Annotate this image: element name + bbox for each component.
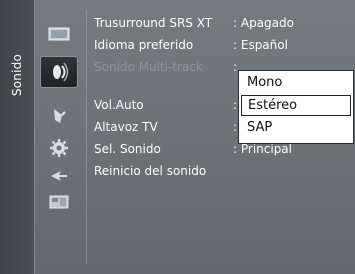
option-mono[interactable]: Mono xyxy=(241,73,351,94)
menu-item-label: Sel. Sonido xyxy=(94,142,161,156)
multitrack-dropdown[interactable]: Mono Estéreo SAP xyxy=(238,70,354,144)
menu-item-value: : xyxy=(233,98,238,112)
application-icon[interactable] xyxy=(44,190,74,214)
menu-item-label: Altavoz TV xyxy=(94,120,158,134)
osd-sound-menu: Sonido Trusurround SRS XT: Apagado Idio… xyxy=(0,0,355,274)
menu-item-label: Sonido Multi-track xyxy=(94,60,203,74)
sound-icon[interactable] xyxy=(40,56,78,88)
picture-icon[interactable] xyxy=(44,22,74,46)
category-label: Sonido xyxy=(10,54,24,97)
input-icon[interactable] xyxy=(44,164,74,188)
menu-item-label: Idioma preferido xyxy=(94,38,194,52)
menu-item-value: : Principal xyxy=(233,142,292,156)
menu-divider xyxy=(86,10,87,264)
menu-category-tab: Sonido xyxy=(0,0,35,274)
menu-item-label: Reinicio del sonido xyxy=(94,164,207,178)
option-sap[interactable]: SAP xyxy=(241,118,351,139)
menu-item-label: Vol.Auto xyxy=(94,98,144,112)
menu-item-value: : xyxy=(233,60,238,74)
option-estereo[interactable]: Estéreo xyxy=(241,95,351,116)
channel-icon[interactable] xyxy=(44,104,74,128)
menu-item-label: Trusurround SRS XT xyxy=(94,16,213,30)
menu-item-value: : Español xyxy=(233,38,288,52)
menu-item-value: : Apagado xyxy=(233,16,294,30)
menu-item-trusurround[interactable]: Trusurround SRS XT : Apagado xyxy=(94,14,354,34)
menu-item-value: : xyxy=(233,120,238,134)
setup-icon[interactable] xyxy=(44,136,74,160)
menu-item-idioma-preferido[interactable]: Idioma preferido : Español xyxy=(94,36,354,56)
menu-item-reinicio-sonido[interactable]: Reinicio del sonido xyxy=(94,162,354,182)
